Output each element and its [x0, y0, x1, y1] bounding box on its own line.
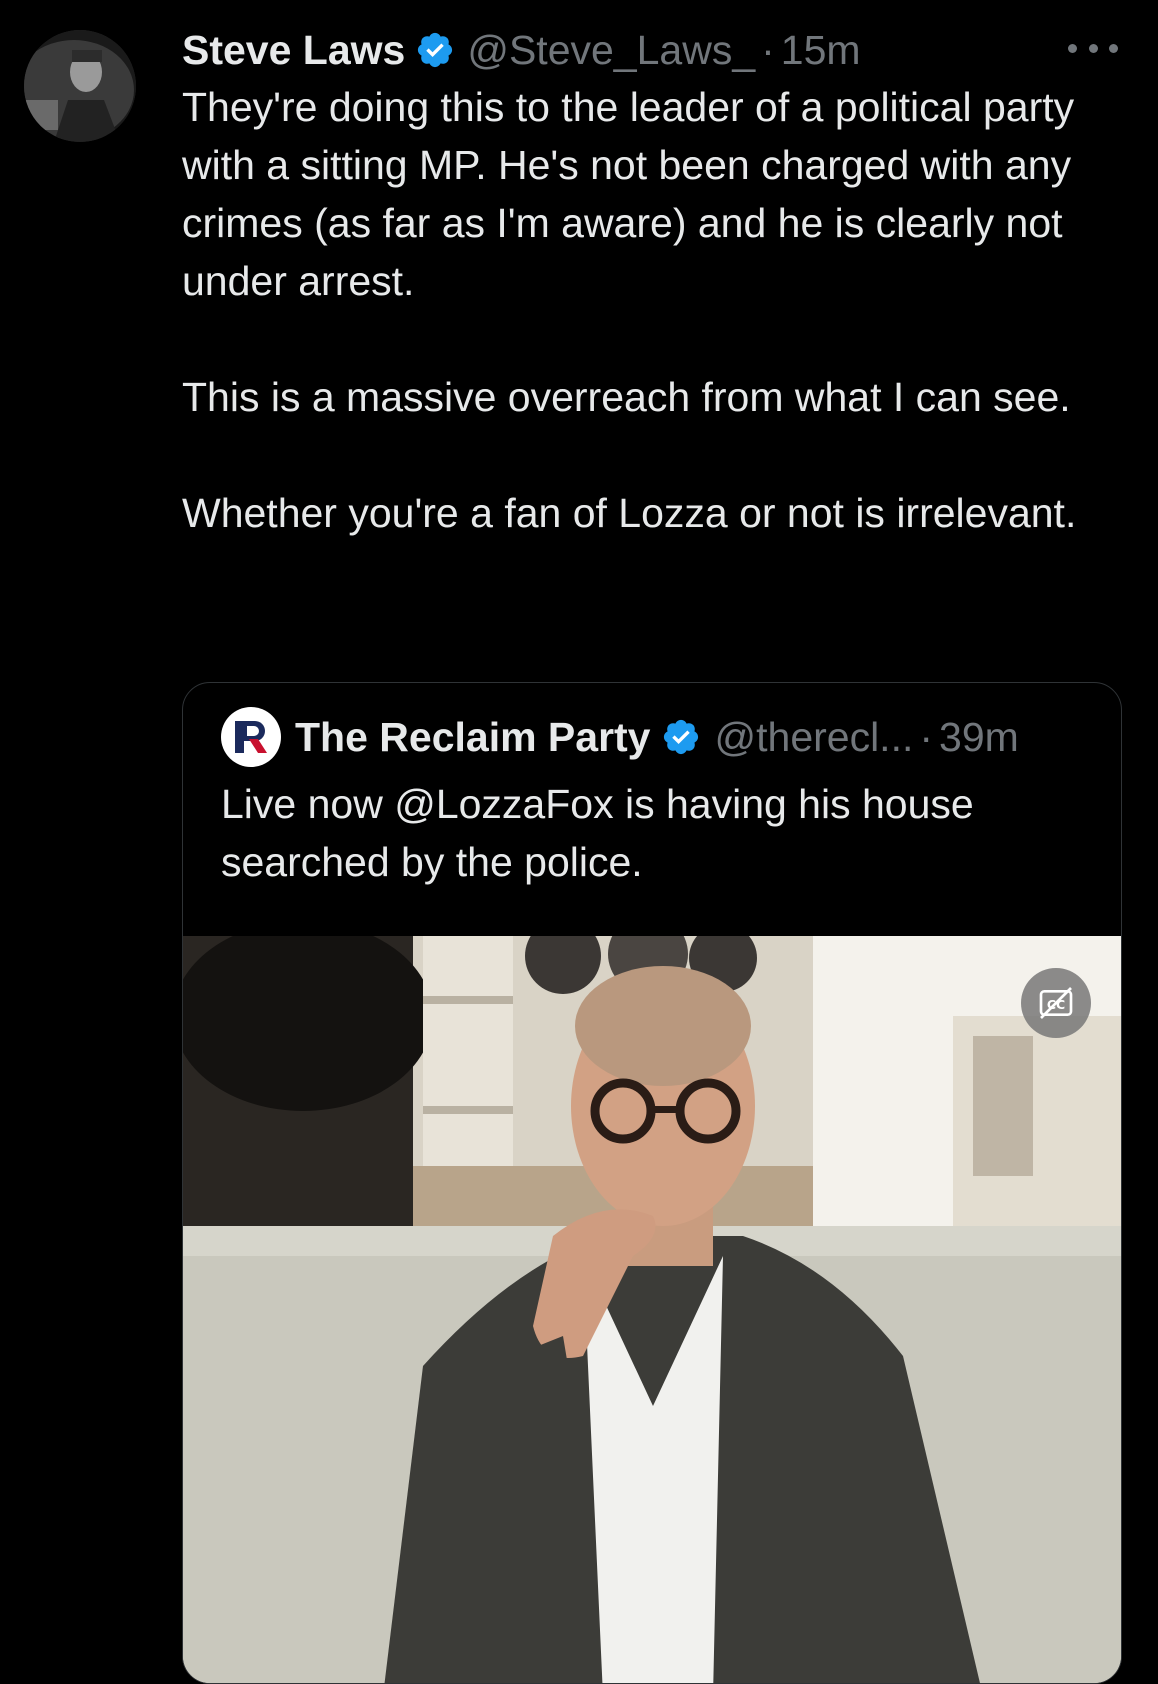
- quoted-tweet-header: The Reclaim Party @therecl... · 39m: [221, 705, 1019, 769]
- tweet-paragraph: This is a massive overreach from what I …: [182, 374, 1071, 420]
- quoted-author-handle[interactable]: @therecl...: [715, 714, 914, 761]
- video-frame: [183, 936, 1121, 1683]
- author-handle[interactable]: @Steve_Laws_: [467, 27, 755, 74]
- tweet-body: They're doing this to the leader of a po…: [182, 78, 1122, 542]
- quoted-tweet-time[interactable]: 39m: [939, 714, 1019, 761]
- tweet[interactable]: Steve Laws @Steve_Laws_ · 15m They're do…: [0, 0, 1158, 1684]
- tweet-paragraph: Whether you're a fan of Lozza or not is …: [182, 490, 1077, 536]
- quoted-tweet-text: Live now @LozzaFox is having his house s…: [221, 781, 974, 885]
- quoted-tweet[interactable]: The Reclaim Party @therecl... · 39m Live…: [182, 682, 1122, 1684]
- more-options-icon[interactable]: [1068, 36, 1118, 60]
- author-avatar-image: [24, 30, 136, 142]
- author-avatar[interactable]: [24, 30, 136, 142]
- separator-dot: ·: [761, 26, 775, 73]
- reclaim-logo-icon: [235, 721, 267, 753]
- verified-badge-icon: [415, 30, 455, 70]
- tweet-time[interactable]: 15m: [781, 27, 861, 74]
- video-player[interactable]: CC: [183, 936, 1121, 1683]
- quoted-author-name[interactable]: The Reclaim Party: [295, 714, 651, 761]
- verified-badge-icon: [661, 717, 701, 757]
- separator-dot: ·: [919, 713, 934, 760]
- tweet-header: Steve Laws @Steve_Laws_ · 15m: [182, 22, 861, 78]
- tweet-paragraph: They're doing this to the leader of a po…: [182, 84, 1075, 304]
- captions-off-icon[interactable]: CC: [1021, 968, 1091, 1038]
- author-name[interactable]: Steve Laws: [182, 27, 405, 74]
- quoted-author-avatar[interactable]: [221, 707, 281, 767]
